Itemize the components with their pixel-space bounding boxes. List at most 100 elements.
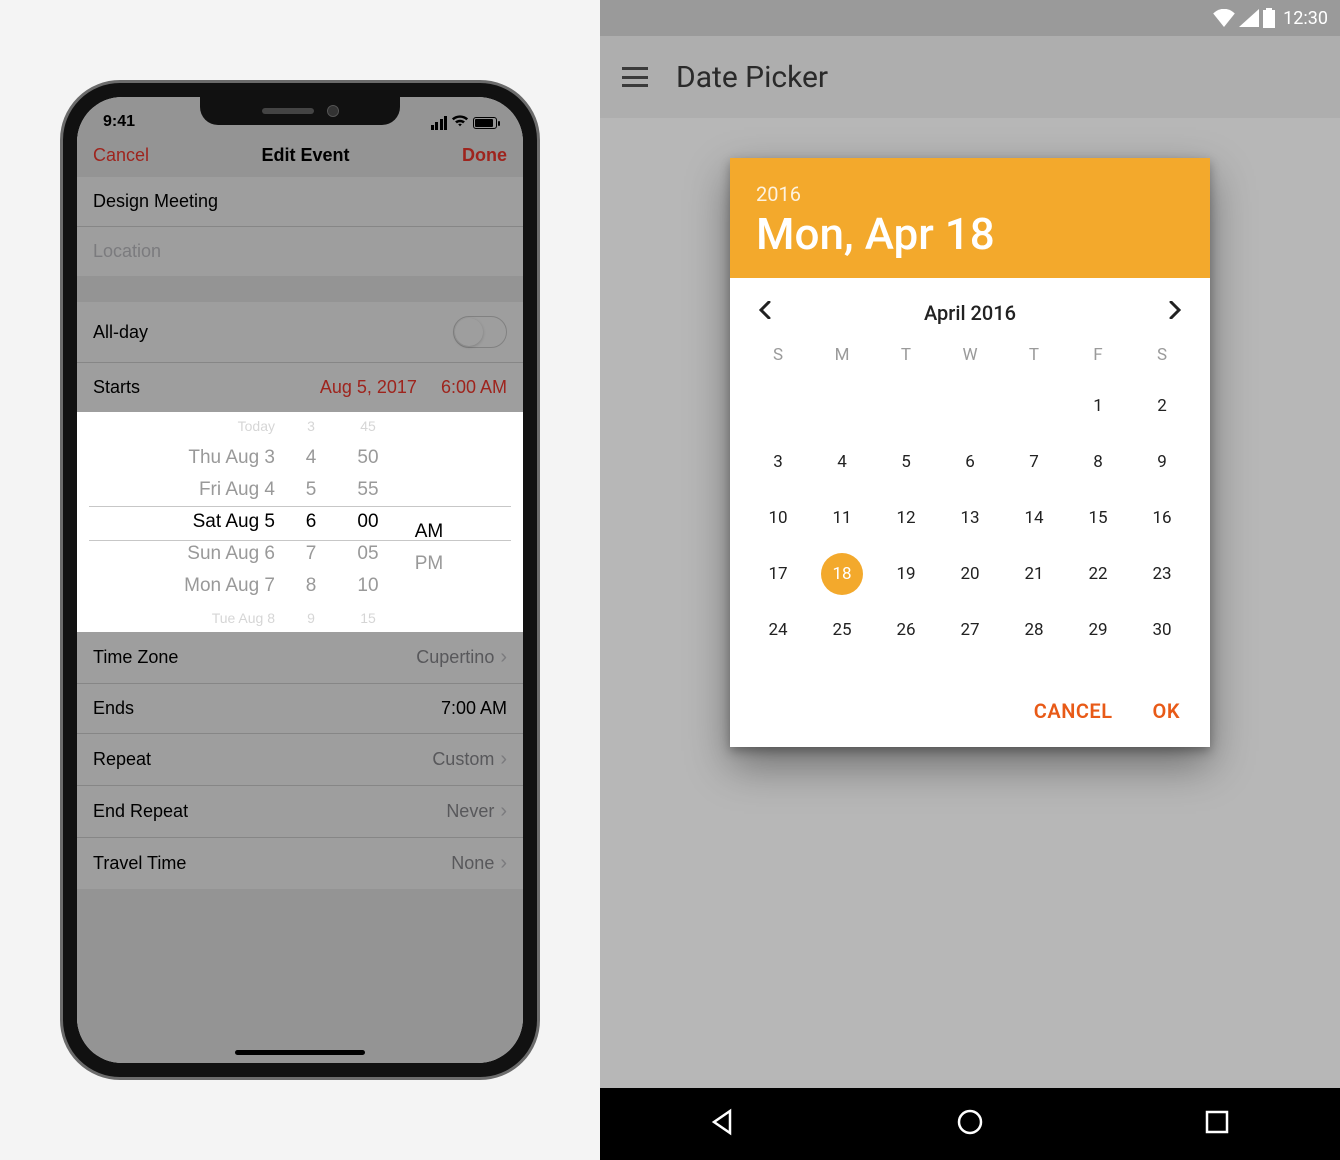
picker-option[interactable]: Today — [135, 410, 275, 442]
time-zone-row[interactable]: Time Zone Cupertino› — [77, 632, 523, 684]
wifi-icon — [1213, 9, 1235, 27]
hamburger-menu-icon[interactable] — [622, 67, 648, 87]
picker-option[interactable]: 7 — [285, 538, 337, 570]
next-month-button[interactable] — [1168, 300, 1182, 325]
home-button[interactable] — [955, 1107, 985, 1141]
picker-option[interactable]: 9 — [285, 602, 337, 634]
picker-option[interactable]: 50 — [337, 442, 399, 474]
picker-option[interactable]: Mon Aug 7 — [135, 570, 275, 602]
battery-icon — [1263, 8, 1275, 28]
cancel-button[interactable]: CANCEL — [1034, 699, 1113, 723]
all-day-toggle[interactable] — [453, 316, 507, 348]
picker-option[interactable]: Fri Aug 4 — [135, 474, 275, 506]
recent-apps-button[interactable] — [1202, 1107, 1232, 1141]
ok-button[interactable]: OK — [1153, 699, 1180, 723]
calendar-day[interactable]: 13 — [938, 497, 1002, 539]
picker-option[interactable] — [399, 464, 459, 490]
calendar-day[interactable]: 30 — [1130, 609, 1194, 651]
calendar-day[interactable]: 1 — [1066, 385, 1130, 427]
calendar-day[interactable]: 28 — [1002, 609, 1066, 651]
starts-row[interactable]: Starts Aug 5, 2017 6:00 AM — [77, 363, 523, 412]
day-header: M — [810, 339, 874, 371]
picker-option[interactable]: Thu Aug 3 — [135, 442, 275, 474]
travel-time-row[interactable]: Travel Time None› — [77, 838, 523, 889]
ends-value: 7:00 AM — [441, 698, 507, 719]
picker-option[interactable] — [399, 606, 459, 632]
cancel-button[interactable]: Cancel — [93, 145, 149, 166]
all-day-label: All-day — [93, 322, 148, 343]
picker-option[interactable]: Sat Aug 5 — [135, 506, 275, 538]
picker-option[interactable]: PM — [399, 548, 459, 580]
back-button[interactable] — [708, 1107, 738, 1141]
calendar-day[interactable]: 26 — [874, 609, 938, 651]
location-field[interactable]: Location — [77, 227, 523, 276]
all-day-row: All-day — [77, 302, 523, 363]
calendar-day[interactable]: 27 — [938, 609, 1002, 651]
calendar-day[interactable]: 2 — [1130, 385, 1194, 427]
picker-option[interactable]: AM — [399, 516, 459, 548]
home-indicator[interactable] — [235, 1050, 365, 1055]
picker-option[interactable]: 10 — [337, 570, 399, 602]
picker-option[interactable]: 3 — [285, 410, 337, 442]
calendar-day[interactable]: 29 — [1066, 609, 1130, 651]
done-button[interactable]: Done — [462, 145, 507, 166]
picker-option[interactable]: 15 — [337, 602, 399, 634]
calendar-day[interactable]: 25 — [810, 609, 874, 651]
calendar-day[interactable]: 18 — [810, 553, 874, 595]
picker-option[interactable]: Sun Aug 6 — [135, 538, 275, 570]
picker-option[interactable]: 4 — [285, 442, 337, 474]
wifi-icon — [451, 114, 469, 131]
ends-row[interactable]: Ends 7:00 AM — [77, 684, 523, 734]
ios-nav-bar: Cancel Edit Event Done — [77, 133, 523, 177]
calendar-day[interactable]: 5 — [874, 441, 938, 483]
prev-month-button[interactable] — [758, 300, 772, 325]
calendar-day[interactable]: 22 — [1066, 553, 1130, 595]
calendar-day[interactable]: 12 — [874, 497, 938, 539]
end-repeat-row[interactable]: End Repeat Never› — [77, 786, 523, 838]
calendar-day[interactable]: 23 — [1130, 553, 1194, 595]
calendar-day[interactable]: 15 — [1066, 497, 1130, 539]
calendar-day[interactable]: 10 — [746, 497, 810, 539]
android-status-time: 12:30 — [1283, 8, 1328, 29]
calendar-day[interactable]: 8 — [1066, 441, 1130, 483]
datetime-picker[interactable]: TodayThu Aug 3Fri Aug 4Sat Aug 5Sun Aug … — [77, 412, 523, 632]
day-header: S — [1130, 339, 1194, 371]
picker-option[interactable]: 5 — [285, 474, 337, 506]
calendar-day[interactable]: 19 — [874, 553, 938, 595]
front-camera — [328, 106, 338, 116]
picker-option[interactable]: 45 — [337, 410, 399, 442]
calendar-day[interactable]: 9 — [1130, 441, 1194, 483]
ios-status-time: 9:41 — [103, 113, 135, 131]
picker-option[interactable] — [399, 580, 459, 606]
android-body: 2016 Mon, Apr 18 April 2016 SMTWTFS.....… — [600, 118, 1340, 1088]
signal-icon — [1239, 9, 1259, 27]
picker-option[interactable] — [399, 412, 459, 438]
battery-icon — [473, 117, 497, 129]
calendar-day[interactable]: 4 — [810, 441, 874, 483]
repeat-row[interactable]: Repeat Custom› — [77, 734, 523, 786]
selected-date-text[interactable]: Mon, Apr 18 — [756, 208, 1184, 260]
calendar-day[interactable]: 6 — [938, 441, 1002, 483]
repeat-value: Custom — [432, 749, 494, 770]
month-label: April 2016 — [924, 301, 1016, 325]
starts-time: 6:00 AM — [441, 377, 507, 398]
calendar-day[interactable]: 21 — [1002, 553, 1066, 595]
picker-option[interactable] — [399, 490, 459, 516]
picker-option[interactable]: 6 — [285, 506, 337, 538]
event-title-field[interactable]: Design Meeting — [77, 177, 523, 227]
picker-option[interactable]: 05 — [337, 538, 399, 570]
calendar-day[interactable]: 17 — [746, 553, 810, 595]
picker-option[interactable]: 55 — [337, 474, 399, 506]
calendar-day[interactable]: 16 — [1130, 497, 1194, 539]
picker-option[interactable] — [399, 438, 459, 464]
calendar-day[interactable]: 3 — [746, 441, 810, 483]
calendar-day[interactable]: 11 — [810, 497, 874, 539]
calendar-day[interactable]: 24 — [746, 609, 810, 651]
selected-year[interactable]: 2016 — [756, 182, 1184, 206]
picker-option[interactable]: 00 — [337, 506, 399, 538]
calendar-day[interactable]: 20 — [938, 553, 1002, 595]
picker-option[interactable]: 8 — [285, 570, 337, 602]
calendar-day[interactable]: 7 — [1002, 441, 1066, 483]
picker-option[interactable]: Tue Aug 8 — [135, 602, 275, 634]
calendar-day[interactable]: 14 — [1002, 497, 1066, 539]
